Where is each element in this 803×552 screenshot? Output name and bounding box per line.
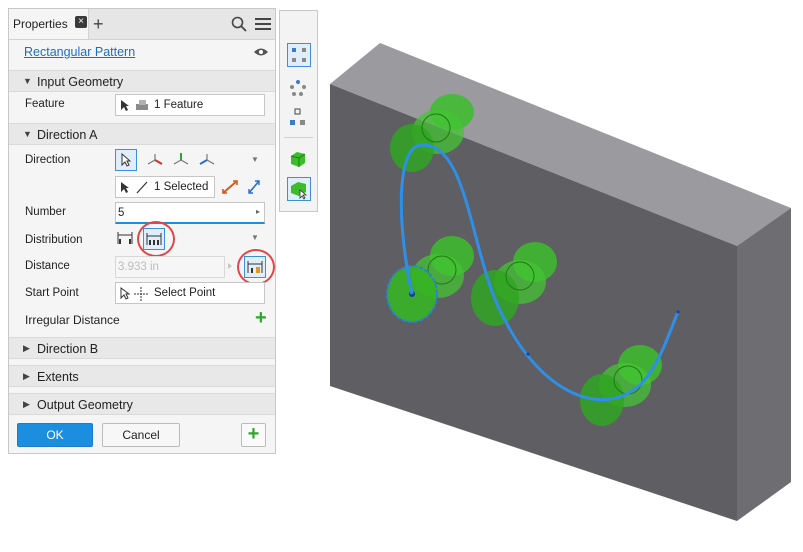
chevron-down-icon: ▼ (23, 129, 32, 139)
start-point-label: Start Point (25, 287, 79, 299)
ok-button[interactable]: OK (17, 423, 93, 447)
start-point-value: Select Point (154, 287, 216, 299)
direction-value: 1 Selected (154, 181, 209, 193)
section-label: Direction A (37, 128, 98, 142)
tab-properties[interactable]: Properties × (9, 9, 89, 39)
solid-icon (290, 152, 306, 167)
section-label: Direction B (37, 342, 99, 356)
section-extents[interactable]: ▶ Extents (9, 365, 275, 387)
divider (284, 137, 313, 138)
section-label: Input Geometry (37, 75, 124, 89)
irregular-distance-label: Irregular Distance (25, 313, 120, 327)
menu-icon[interactable] (255, 17, 271, 31)
section-input-geometry[interactable]: ▼ Input Geometry (9, 70, 275, 92)
path-mid-point (526, 352, 530, 356)
feature-icon (136, 100, 148, 110)
distance-arrow-icon[interactable] (226, 259, 234, 273)
start-point-selector[interactable]: Select Point (115, 282, 265, 304)
midplane-icon[interactable] (247, 179, 261, 195)
pattern-solid-icon (291, 182, 308, 200)
highlight-circle (137, 221, 175, 257)
rectangular-pattern-icon (292, 48, 306, 62)
chevron-right-icon: ▶ (23, 399, 30, 409)
pattern-toolbar (279, 10, 318, 212)
edge-icon (136, 181, 148, 194)
number-value: 5 (118, 207, 125, 219)
solid-selection-tool[interactable] (287, 147, 311, 171)
number-label: Number (25, 206, 66, 218)
3d-viewport[interactable] (320, 0, 800, 552)
distance-input[interactable]: 3.933 in (115, 256, 225, 278)
dropdown-arrow-icon[interactable]: ▼ (251, 233, 259, 242)
chevron-down-icon: ▼ (23, 76, 32, 86)
section-direction-a[interactable]: ▼ Direction A (9, 123, 275, 145)
apply-add-button[interactable]: + (241, 423, 266, 447)
add-tab-icon[interactable]: + (93, 14, 104, 35)
part-side-face (737, 208, 791, 521)
select-arrow-icon (121, 100, 129, 111)
pattern-solid-tool[interactable] (287, 177, 311, 201)
z-axis-icon[interactable] (199, 152, 215, 168)
feature-selector[interactable]: 1 Feature (115, 94, 265, 116)
search-icon[interactable] (231, 16, 247, 32)
feature-value: 1 Feature (154, 99, 204, 111)
number-input[interactable]: 5 ▸ (115, 202, 265, 224)
section-output-geometry[interactable]: ▶ Output Geometry (9, 393, 275, 415)
section-label: Extents (37, 370, 79, 384)
chevron-right-icon: ▶ (23, 371, 30, 381)
feature-label: Feature (25, 98, 65, 110)
section-label: Output Geometry (37, 398, 133, 412)
x-axis-icon[interactable] (147, 152, 163, 168)
direction-label: Direction (25, 154, 71, 166)
tab-label: Properties (13, 17, 68, 31)
flip-direction-icon[interactable] (221, 179, 239, 195)
rectangular-pattern-tool[interactable] (287, 43, 311, 67)
section-direction-b[interactable]: ▶ Direction B (9, 337, 275, 359)
eye-icon[interactable] (253, 47, 269, 57)
path-end-point (676, 310, 680, 314)
select-direction-button[interactable] (115, 149, 137, 171)
direction-selector[interactable]: 1 Selected (115, 176, 215, 198)
select-arrow-icon (121, 182, 129, 193)
spacing-icon[interactable] (116, 230, 134, 246)
select-arrow-icon (121, 153, 131, 167)
cancel-button[interactable]: Cancel (102, 423, 180, 447)
sketch-pattern-icon (290, 108, 305, 125)
add-icon[interactable]: + (255, 307, 267, 330)
properties-panel: Properties × + Rectangular Pattern ▼ Inp… (8, 8, 276, 454)
y-axis-icon[interactable] (173, 152, 189, 168)
select-arrow-icon (120, 287, 130, 300)
distance-label: Distance (25, 260, 70, 272)
panel-title[interactable]: Rectangular Pattern (24, 45, 135, 59)
circular-pattern-icon (290, 80, 306, 96)
dropdown-arrow-icon[interactable]: ▼ (251, 155, 259, 164)
close-icon[interactable]: × (75, 16, 87, 28)
highlight-circle (237, 249, 275, 285)
sketch-pattern-tool[interactable] (287, 107, 311, 131)
point-icon (134, 287, 148, 301)
chevron-right-icon: ▶ (23, 343, 30, 353)
number-arrow-icon[interactable]: ▸ (256, 207, 260, 216)
tab-bar: Properties × + (9, 9, 275, 40)
circular-pattern-tool[interactable] (287, 77, 311, 101)
distance-value: 3.933 in (118, 261, 159, 273)
distribution-label: Distribution (25, 234, 83, 246)
